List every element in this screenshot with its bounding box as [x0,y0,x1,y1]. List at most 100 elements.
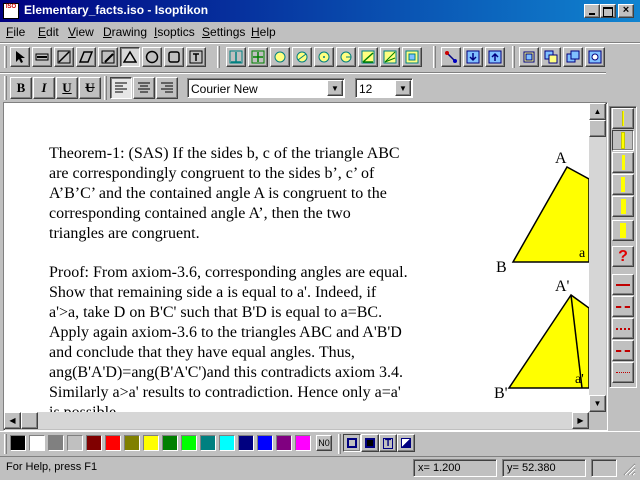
font-name-select[interactable]: Courier New ▼ [187,78,345,98]
line-width-4-button[interactable] [612,174,634,195]
resize-grip-icon[interactable] [622,462,636,476]
underline-button[interactable]: U [56,77,78,99]
color-swatch[interactable] [200,435,216,451]
close-button[interactable]: × [618,4,634,18]
align-center-button[interactable] [133,77,155,99]
rounded-rect-icon [168,51,180,63]
select-arrow-tool[interactable] [10,47,30,67]
font-size-select[interactable]: 12 ▼ [355,78,413,98]
color-swatch[interactable] [105,435,121,451]
circles-tool[interactable] [585,47,605,67]
scroll-left-button[interactable]: ◀ [4,412,21,429]
horizontal-scrollbar[interactable]: ◀ ▶ [4,412,589,429]
maximize-button[interactable] [600,4,616,18]
color-swatch[interactable] [29,435,45,451]
triangle-tool[interactable] [120,47,140,67]
color-swatch[interactable] [181,435,197,451]
circle-center-icon [318,51,330,63]
color-swatch[interactable] [238,435,254,451]
line-width-5-button[interactable] [612,196,634,217]
line-style-dotted-button[interactable] [612,318,634,339]
perpendicular-tool[interactable] [226,47,246,67]
color-swatch[interactable] [124,435,140,451]
menu-drawing[interactable]: Drawing [103,25,147,39]
background-color-button[interactable] [397,434,415,452]
no-color-button[interactable]: N0 [316,435,332,451]
vertical-scrollbar[interactable]: ▲ ▼ [589,103,606,412]
scroll-up-button[interactable]: ▲ [589,103,606,120]
slanted-box-icon [101,50,115,64]
color-swatch[interactable] [86,435,102,451]
line-width-3-button[interactable] [612,152,634,173]
perpendicular-icon [229,50,243,64]
chevron-down-icon[interactable]: ▼ [395,80,411,96]
cross-tool[interactable] [248,47,268,67]
circle-tool[interactable] [142,47,162,67]
arrow-down-icon [466,50,480,64]
circle-chord-tool[interactable] [292,47,312,67]
duplicate-tool[interactable] [563,47,583,67]
document-canvas[interactable]: Theorem-1: (SAS) If the sides b, c of th… [4,103,589,412]
align-right-icon [161,82,173,93]
move-up-tool[interactable] [485,47,505,67]
color-swatch[interactable] [276,435,292,451]
move-down-tool[interactable] [463,47,483,67]
parallelogram-tool[interactable] [76,47,96,67]
menu-help[interactable]: Help [251,25,276,39]
menu-settings[interactable]: Settings [202,25,245,39]
text-color-button[interactable]: T [379,434,397,452]
italic-button[interactable]: I [33,77,55,99]
color-swatch[interactable] [219,435,235,451]
color-swatch[interactable] [257,435,273,451]
rectangle-tool[interactable] [164,47,184,67]
color-swatch[interactable] [67,435,83,451]
path-tool[interactable] [441,47,461,67]
color-swatch[interactable] [143,435,159,451]
copy-tool[interactable] [541,47,561,67]
line-thin-button[interactable] [612,108,634,129]
help-question-icon[interactable]: ? [612,246,634,267]
color-swatch[interactable] [295,435,311,451]
line-style-dashed-button[interactable] [612,296,634,317]
filled-shape-tool[interactable] [98,47,118,67]
copy-icon [544,50,558,64]
menu-edit[interactable]: Edit [38,25,59,39]
group-tool[interactable] [519,47,539,67]
line-tool[interactable] [54,47,74,67]
menu-view[interactable]: View [68,25,94,39]
line-style-dashdot-button[interactable] [612,340,634,361]
chevron-down-icon[interactable]: ▼ [327,80,343,96]
text-tool[interactable] [186,47,206,67]
circle-radius-tool[interactable] [336,47,356,67]
region-tool[interactable] [402,47,422,67]
tangent-circle-tool[interactable] [270,47,290,67]
menu-file[interactable]: File [6,25,25,39]
menu-isoptics[interactable]: Isoptics [154,25,195,39]
line-width-2-button[interactable] [612,130,634,151]
hscroll-thumb[interactable] [21,412,38,429]
line-style-dashdotdot-button[interactable] [612,362,634,383]
align-left-button[interactable] [110,77,132,99]
circle-center-tool[interactable] [314,47,334,67]
angle-tool[interactable] [358,47,378,67]
triangle-abc[interactable] [511,165,589,263]
app-icon[interactable]: ISO [3,3,19,19]
minimize-button[interactable] [584,4,600,18]
scroll-thumb[interactable] [589,120,606,137]
outline-mode-button[interactable] [343,434,361,452]
color-swatch[interactable] [48,435,64,451]
fill-mode-button[interactable] [361,434,379,452]
hline-icon [35,53,49,61]
scroll-right-button[interactable]: ▶ [572,412,589,429]
horizontal-line-tool[interactable] [32,47,52,67]
line-width-6-button[interactable] [612,220,634,241]
scroll-down-button[interactable]: ▼ [589,395,606,412]
strikethrough-button[interactable]: U [79,77,101,99]
line-style-solid-button[interactable] [612,274,634,295]
bold-button[interactable]: B [10,77,32,99]
color-swatch[interactable] [162,435,178,451]
bisector-tool[interactable] [380,47,400,67]
align-center-icon [138,82,150,93]
align-right-button[interactable] [156,77,178,99]
color-swatch[interactable] [10,435,26,451]
